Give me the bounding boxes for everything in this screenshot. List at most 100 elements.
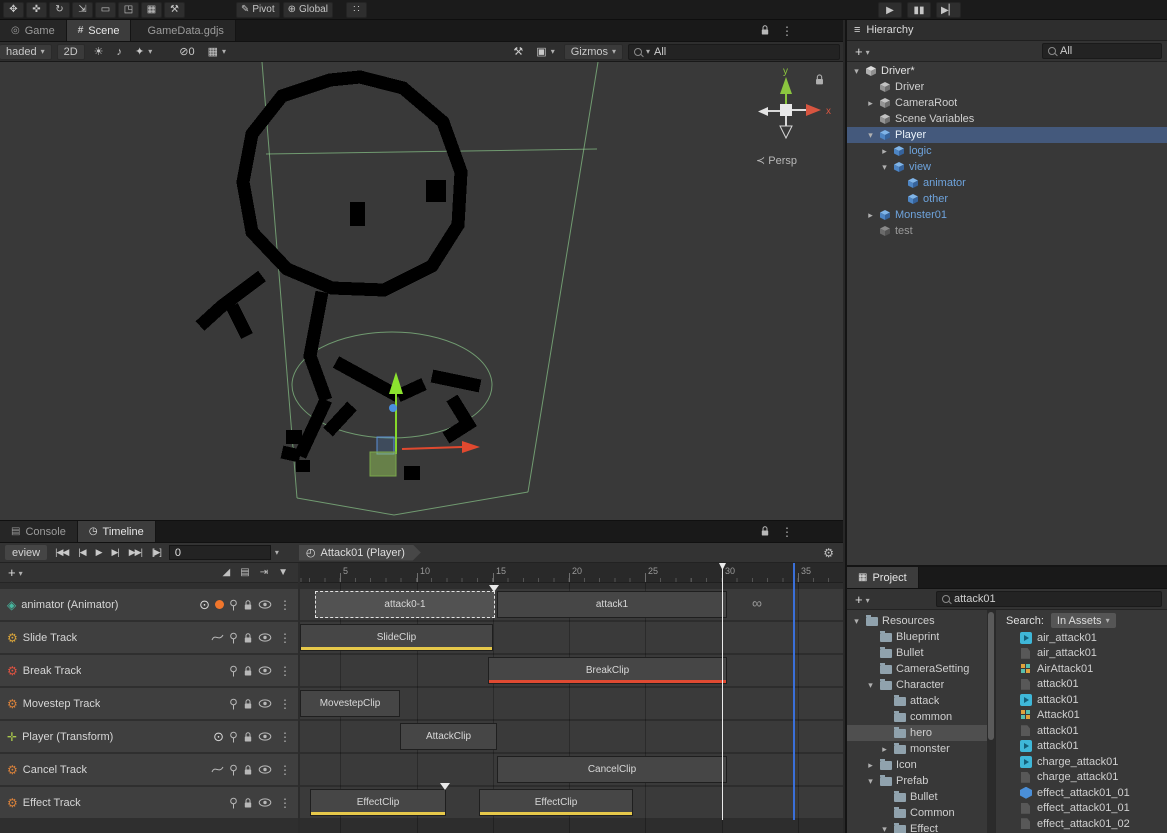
pin-icon[interactable] xyxy=(229,797,238,809)
lock-icon[interactable] xyxy=(243,665,253,677)
timeline-settings-icon[interactable]: ⚙ xyxy=(823,546,838,560)
snap-button[interactable]: ⇥ xyxy=(260,567,268,578)
pin-icon[interactable] xyxy=(229,731,238,743)
lock-icon[interactable] xyxy=(760,525,770,540)
search-result-item[interactable]: attack01 xyxy=(996,677,1167,693)
foldout-arrow[interactable]: ▸ xyxy=(879,146,890,157)
project-folder-item[interactable]: ▾ Prefab xyxy=(847,773,987,789)
hierarchy-item[interactable]: ▾ Driver* xyxy=(847,63,1167,79)
timeline-track-header[interactable]: ⚙ Movestep Track ⊙ xyxy=(0,688,298,719)
lock-icon[interactable] xyxy=(243,731,253,743)
hierarchy-item[interactable]: ▸ CameraRoot xyxy=(847,95,1167,111)
grid-snap-button[interactable]: ▦ xyxy=(141,2,162,18)
foldout-arrow[interactable]: ▾ xyxy=(879,162,890,173)
goto-start-button[interactable]: |◀◀ xyxy=(51,547,72,558)
tab-game[interactable]: ◎ Game xyxy=(0,20,67,41)
search-scope-dropdown[interactable]: In Assets ▾ xyxy=(1051,613,1116,628)
timeline-clips-area[interactable]: attack0-1 attack1 ∞ xyxy=(300,583,843,833)
eye-icon[interactable] xyxy=(258,765,272,774)
pin-icon[interactable] xyxy=(229,632,238,644)
project-folder-item[interactable]: attack xyxy=(847,693,987,709)
timeline-clip[interactable]: CancelClip xyxy=(497,756,727,783)
track-menu-icon[interactable]: ⋮ xyxy=(277,631,293,645)
project-search[interactable] xyxy=(936,591,1162,607)
search-result-item[interactable]: effect_attack01_01 xyxy=(996,785,1167,801)
foldout-arrow[interactable]: ▸ xyxy=(865,210,876,221)
hierarchy-item[interactable]: other xyxy=(847,191,1167,207)
timeline-clip[interactable]: EffectClip xyxy=(310,789,446,816)
curves-icon[interactable] xyxy=(211,765,224,774)
add-track-button[interactable]: + ▾ xyxy=(5,565,26,580)
track-menu-icon[interactable]: ⋮ xyxy=(277,763,293,777)
search-result-item[interactable]: attack01 xyxy=(996,739,1167,755)
project-folder-item[interactable]: ▾ Effect xyxy=(847,821,987,833)
project-tree-scrollbar[interactable] xyxy=(987,610,995,833)
eye-icon[interactable] xyxy=(258,699,272,708)
marker-toggle-button[interactable]: ▼ xyxy=(278,567,288,578)
timeline-track-header[interactable]: ✛ Player (Transform) ⊙ xyxy=(0,721,298,752)
search-result-item[interactable]: effect_attack01_02 xyxy=(996,816,1167,832)
timeline-breadcrumb[interactable]: ◴ Attack01 (Player) xyxy=(299,545,421,561)
grid-snapping-button[interactable]: ∷ xyxy=(346,2,367,18)
timeline-track-lane[interactable]: AttackClip xyxy=(300,721,843,752)
gizmos-dropdown[interactable]: Gizmos ▾ xyxy=(564,44,623,60)
pivot-toggle-button[interactable]: ✎ Pivot xyxy=(236,2,280,18)
timeline-track-lane[interactable]: attack0-1 attack1 ∞ xyxy=(300,589,843,620)
global-toggle-button[interactable]: ⊕ Global xyxy=(283,2,333,18)
timeline-track-header[interactable]: ◈ animator (Animator) ⊙ xyxy=(0,589,298,620)
timeline-clip[interactable]: attack0-1 xyxy=(315,591,495,618)
pin-icon[interactable] xyxy=(229,764,238,776)
search-result-item[interactable]: Attack01 xyxy=(996,708,1167,724)
lock-icon[interactable] xyxy=(243,764,253,776)
project-folder-item[interactable]: ▸ monster xyxy=(847,741,987,757)
timeline-track-header[interactable]: ⚙ Cancel Track ⊙ xyxy=(0,754,298,785)
search-result-item[interactable]: attack01 xyxy=(996,723,1167,739)
project-folder-item[interactable]: CameraSetting xyxy=(847,661,987,677)
scene-lighting-icon[interactable]: ☀ xyxy=(90,44,108,60)
panel-menu-icon[interactable]: ⋮ xyxy=(779,24,795,38)
next-frame-button[interactable]: ▶| xyxy=(108,547,123,558)
goto-end-button[interactable]: ▶▶| xyxy=(125,547,146,558)
tab-scene[interactable]: # Scene xyxy=(67,20,132,41)
search-result-item[interactable]: air_attack01 xyxy=(996,646,1167,662)
timeline-track-lane[interactable]: CancelClip xyxy=(300,754,843,785)
timeline-clip[interactable]: AttackClip xyxy=(400,723,497,750)
shading-mode-dropdown[interactable]: haded ▾ xyxy=(0,44,52,60)
foldout-arrow[interactable]: ▾ xyxy=(851,66,862,77)
foldout-arrow[interactable]: ▾ xyxy=(851,616,862,627)
tab-timeline[interactable]: ◷ Timeline xyxy=(78,521,156,542)
lock-icon[interactable] xyxy=(243,797,253,809)
scene-grid-dropdown[interactable]: ▦ ▾ xyxy=(204,44,230,60)
rect-tool-button[interactable]: ▭ xyxy=(95,2,116,18)
add-asset-button[interactable]: + ▾ xyxy=(852,592,873,607)
scene-tools-icon[interactable]: ⚒ xyxy=(509,44,527,60)
hand-tool-button[interactable]: ✥ xyxy=(3,2,24,18)
project-folder-item[interactable]: Bullet xyxy=(847,789,987,805)
pause-button[interactable]: ▮▮ xyxy=(907,2,931,18)
timeline-track-lane[interactable]: MovestepClip xyxy=(300,688,843,719)
timeline-clip[interactable]: EffectClip xyxy=(479,789,633,816)
tab-gamedata[interactable]: GameData.gdjs xyxy=(131,20,235,41)
foldout-arrow[interactable]: ▾ xyxy=(865,680,876,691)
curves-view-button[interactable]: ◢ xyxy=(223,567,231,578)
timeline-track-lane[interactable]: BreakClip xyxy=(300,655,843,686)
hierarchy-item[interactable]: test xyxy=(847,223,1167,239)
scene-audio-icon[interactable]: ♪ xyxy=(113,44,127,60)
project-folder-item[interactable]: Bullet xyxy=(847,645,987,661)
viewport-lock-icon[interactable] xyxy=(814,73,825,89)
foldout-arrow[interactable]: ▾ xyxy=(865,130,876,141)
foldout-arrow[interactable]: ▸ xyxy=(865,98,876,109)
scene-camera-dropdown[interactable]: ▣ ▾ xyxy=(532,44,558,60)
timeline-ruler[interactable]: 5 10 15 20 25 30 35 xyxy=(300,563,843,583)
play-button[interactable]: ▶ xyxy=(92,547,106,558)
foldout-arrow[interactable]: ▸ xyxy=(879,744,890,755)
hierarchy-item[interactable]: Driver xyxy=(847,79,1167,95)
scale-tool-button[interactable]: ⇲ xyxy=(72,2,93,18)
timeline-clip[interactable]: SlideClip xyxy=(300,624,493,651)
foldout-arrow[interactable]: ▸ xyxy=(865,760,876,771)
scene-search-input[interactable] xyxy=(654,46,834,58)
eye-icon[interactable] xyxy=(258,798,272,807)
project-folder-item[interactable]: Common xyxy=(847,805,987,821)
foldout-arrow[interactable]: ▾ xyxy=(879,824,890,833)
timeline-track-lane[interactable]: SlideClip xyxy=(300,622,843,653)
